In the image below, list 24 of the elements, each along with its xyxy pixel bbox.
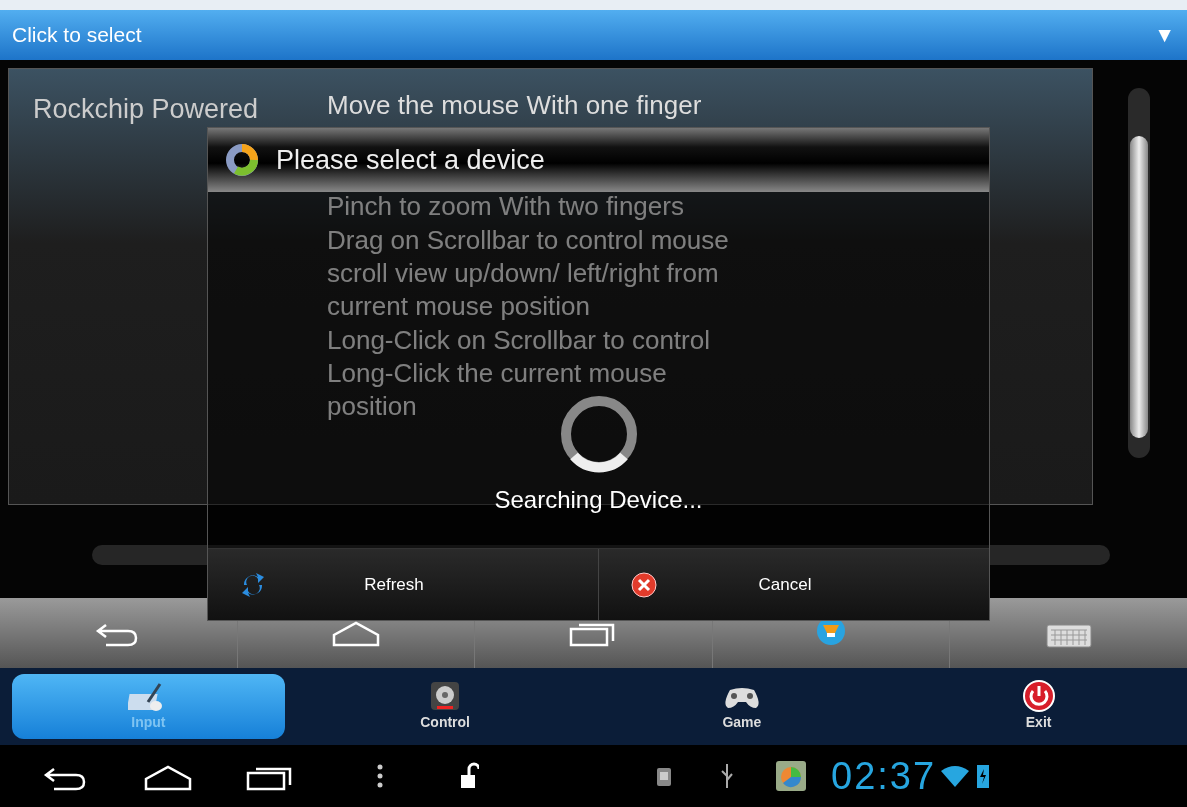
instruction-text: Pinch to zoom With two fingers bbox=[327, 190, 685, 223]
panel-title: Rockchip Powered bbox=[33, 93, 260, 126]
clock: 02:37 bbox=[831, 753, 937, 799]
tab[interactable]: Control bbox=[308, 674, 582, 739]
wifi-signal-icon[interactable] bbox=[940, 763, 971, 789]
close-icon bbox=[629, 570, 659, 599]
ring-logo-icon bbox=[224, 141, 260, 178]
tab[interactable]: Game bbox=[605, 674, 879, 739]
instruction-text: Long-Click on Scrollbar to control Long-Click the current mouse position bbox=[327, 324, 711, 423]
dialog-button[interactable]: Cancel bbox=[599, 549, 989, 620]
usb-icon[interactable] bbox=[719, 762, 735, 790]
scrollbar-thumb[interactable] bbox=[1130, 136, 1148, 438]
loading-ring-icon bbox=[558, 393, 639, 474]
tab[interactable]: Exit bbox=[902, 674, 1175, 739]
instruction-text: Move the mouse With one finger bbox=[327, 89, 703, 122]
dialog-button[interactable]: Refresh bbox=[208, 549, 599, 620]
menu-dots-icon[interactable] bbox=[376, 762, 384, 790]
dropdown-arrow: ▼ bbox=[1154, 22, 1175, 49]
dialog-title: Please select a device bbox=[276, 143, 545, 177]
unlocked-padlock-icon[interactable] bbox=[459, 762, 479, 790]
instruction-text: Drag on Scrollbar to control mouse scroll view up/down/ left/right from current mouse position bbox=[327, 224, 730, 323]
photo-app-icon[interactable] bbox=[775, 760, 807, 792]
battery-icon[interactable] bbox=[976, 763, 991, 789]
status-text: Searching Device... bbox=[494, 484, 703, 515]
